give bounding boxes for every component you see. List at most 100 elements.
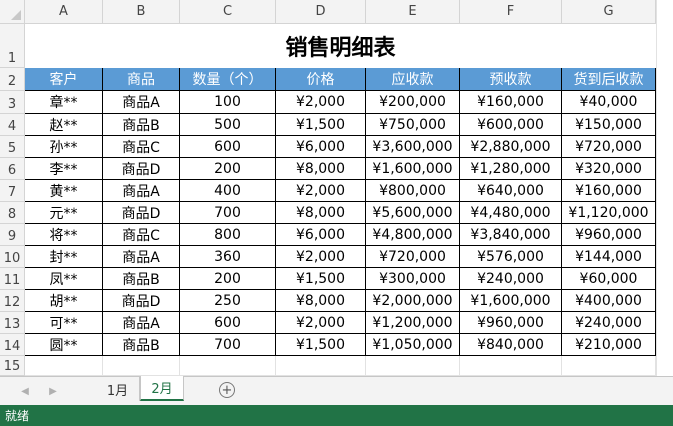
table-cell[interactable]: 黄** — [25, 180, 103, 202]
table-header-cell[interactable]: 预收款 — [460, 68, 562, 91]
table-cell[interactable]: 商品C — [103, 136, 180, 158]
table-cell[interactable]: ¥150,000 — [562, 114, 656, 136]
table-header-cell[interactable]: 商品 — [103, 68, 180, 91]
scroll-left-icon[interactable]: ◀ — [18, 384, 32, 398]
vertical-scroll-area[interactable] — [656, 0, 673, 376]
column-header-a[interactable]: A — [25, 0, 103, 24]
table-cell[interactable]: ¥2,000 — [276, 91, 366, 114]
row-header-11[interactable]: 11 — [0, 268, 25, 290]
table-cell[interactable]: 商品D — [103, 290, 180, 312]
row-header-6[interactable]: 6 — [0, 158, 25, 180]
table-cell[interactable]: ¥720,000 — [562, 136, 656, 158]
row-header-4[interactable]: 4 — [0, 114, 25, 136]
table-cell[interactable]: ¥8,000 — [276, 158, 366, 180]
table-cell[interactable]: 商品B — [103, 268, 180, 290]
table-cell[interactable]: 胡** — [25, 290, 103, 312]
row-header-7[interactable]: 7 — [0, 180, 25, 202]
table-cell[interactable]: ¥2,880,000 — [460, 136, 562, 158]
table-cell[interactable]: 圆** — [25, 334, 103, 356]
table-cell[interactable]: 250 — [180, 290, 276, 312]
table-cell[interactable]: 200 — [180, 158, 276, 180]
table-cell[interactable]: ¥600,000 — [460, 114, 562, 136]
table-cell[interactable]: ¥840,000 — [460, 334, 562, 356]
table-cell[interactable]: 将** — [25, 224, 103, 246]
select-all-corner[interactable] — [0, 0, 25, 24]
row-header-12[interactable]: 12 — [0, 290, 25, 312]
table-cell[interactable]: ¥240,000 — [562, 312, 656, 334]
table-cell[interactable]: 商品A — [103, 180, 180, 202]
column-header-c[interactable]: C — [180, 0, 276, 24]
table-cell[interactable]: ¥720,000 — [366, 246, 460, 268]
row-header-2[interactable]: 2 — [0, 68, 25, 91]
row-header-14[interactable]: 14 — [0, 334, 25, 356]
table-cell[interactable]: 700 — [180, 334, 276, 356]
table-cell[interactable]: ¥8,000 — [276, 290, 366, 312]
table-cell[interactable]: ¥1,200,000 — [366, 312, 460, 334]
table-cell[interactable]: ¥960,000 — [460, 312, 562, 334]
grid-cell[interactable] — [180, 356, 276, 376]
table-cell[interactable]: ¥240,000 — [460, 268, 562, 290]
table-cell[interactable]: 商品D — [103, 202, 180, 224]
row-header-5[interactable]: 5 — [0, 136, 25, 158]
table-cell[interactable]: 李** — [25, 158, 103, 180]
table-cell[interactable]: 商品A — [103, 246, 180, 268]
table-cell[interactable]: 600 — [180, 312, 276, 334]
table-cell[interactable]: ¥144,000 — [562, 246, 656, 268]
table-cell[interactable]: ¥1,500 — [276, 334, 366, 356]
table-cell[interactable]: ¥400,000 — [562, 290, 656, 312]
table-cell[interactable]: ¥6,000 — [276, 224, 366, 246]
table-cell[interactable]: 商品D — [103, 158, 180, 180]
table-header-cell[interactable]: 价格 — [276, 68, 366, 91]
grid-cell[interactable] — [25, 356, 103, 376]
table-cell[interactable]: ¥4,800,000 — [366, 224, 460, 246]
table-cell[interactable]: ¥1,050,000 — [366, 334, 460, 356]
row-header-10[interactable]: 10 — [0, 246, 25, 268]
table-cell[interactable]: ¥6,000 — [276, 136, 366, 158]
table-cell[interactable]: ¥4,480,000 — [460, 202, 562, 224]
column-header-e[interactable]: E — [366, 0, 460, 24]
table-cell[interactable]: 章** — [25, 91, 103, 114]
table-cell[interactable]: ¥5,600,000 — [366, 202, 460, 224]
table-cell[interactable]: ¥750,000 — [366, 114, 460, 136]
row-header-8[interactable]: 8 — [0, 202, 25, 224]
table-cell[interactable]: 700 — [180, 202, 276, 224]
column-header-b[interactable]: B — [103, 0, 180, 24]
row-header-1[interactable]: 1 — [0, 24, 25, 68]
table-cell[interactable]: ¥2,000 — [276, 246, 366, 268]
table-cell[interactable]: 800 — [180, 224, 276, 246]
table-cell[interactable]: ¥576,000 — [460, 246, 562, 268]
table-header-cell[interactable]: 客户 — [25, 68, 103, 91]
table-cell[interactable]: ¥1,600,000 — [460, 290, 562, 312]
plus-circle-icon[interactable]: + — [219, 382, 235, 398]
table-cell[interactable]: ¥60,000 — [562, 268, 656, 290]
table-header-cell[interactable]: 货到后收款 — [562, 68, 656, 91]
table-cell[interactable]: 商品A — [103, 91, 180, 114]
row-header-3[interactable]: 3 — [0, 91, 25, 114]
table-cell[interactable]: ¥3,600,000 — [366, 136, 460, 158]
column-header-f[interactable]: F — [460, 0, 562, 24]
table-cell[interactable]: ¥160,000 — [562, 180, 656, 202]
table-cell[interactable]: 商品A — [103, 312, 180, 334]
table-cell[interactable]: ¥8,000 — [276, 202, 366, 224]
table-cell[interactable]: ¥2,000 — [276, 180, 366, 202]
table-cell[interactable]: ¥3,840,000 — [460, 224, 562, 246]
grid-cell[interactable] — [103, 356, 180, 376]
table-cell[interactable]: ¥1,600,000 — [366, 158, 460, 180]
table-cell[interactable]: 元** — [25, 202, 103, 224]
column-header-g[interactable]: G — [562, 0, 656, 24]
table-cell[interactable]: ¥320,000 — [562, 158, 656, 180]
table-cell[interactable]: ¥960,000 — [562, 224, 656, 246]
table-cell[interactable]: 孙** — [25, 136, 103, 158]
grid-cell[interactable] — [562, 356, 656, 376]
table-cell[interactable]: ¥2,000 — [276, 312, 366, 334]
tab-sheet-1[interactable]: 1月 — [96, 377, 140, 401]
table-cell[interactable]: 可** — [25, 312, 103, 334]
table-cell[interactable]: 商品B — [103, 334, 180, 356]
table-cell[interactable]: ¥2,000,000 — [366, 290, 460, 312]
table-cell[interactable]: 封** — [25, 246, 103, 268]
table-cell[interactable]: ¥1,500 — [276, 268, 366, 290]
table-cell[interactable]: ¥40,000 — [562, 91, 656, 114]
row-header-13[interactable]: 13 — [0, 312, 25, 334]
table-cell[interactable]: ¥800,000 — [366, 180, 460, 202]
table-cell[interactable]: 600 — [180, 136, 276, 158]
